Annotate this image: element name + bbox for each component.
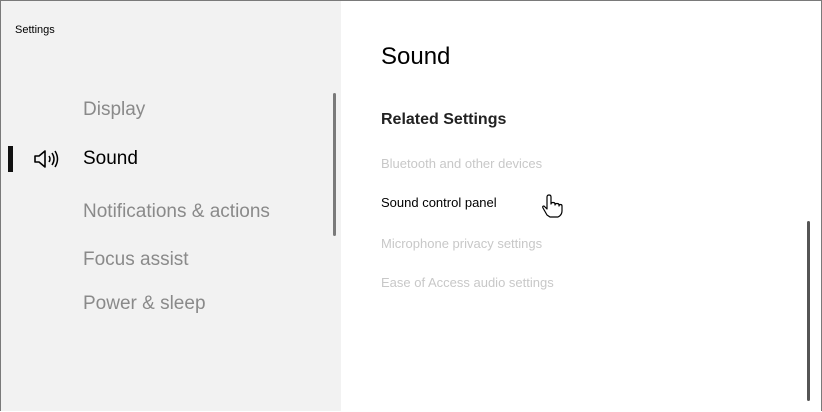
sidebar-item-display[interactable]: Display xyxy=(1,93,331,127)
selection-indicator xyxy=(8,146,13,172)
sidebar-item-notifications[interactable]: Notifications & actions xyxy=(1,195,331,229)
link-sound-control-panel[interactable]: Sound control panel xyxy=(381,195,497,210)
sidebar-item-focus-assist[interactable]: Focus assist xyxy=(1,243,331,277)
sidebar-item-label: Display xyxy=(83,99,146,120)
link-ease-of-access-audio[interactable]: Ease of Access audio settings xyxy=(381,275,554,290)
content-scrollbar[interactable] xyxy=(807,221,810,401)
hand-pointer-icon xyxy=(542,194,563,218)
settings-window: Settings Display Sound Notifications & a… xyxy=(0,0,822,411)
sidebar-scrollbar[interactable] xyxy=(333,93,336,236)
app-title: Settings xyxy=(15,24,55,36)
sidebar-item-power-sleep[interactable]: Power & sleep xyxy=(1,287,331,321)
related-settings-heading: Related Settings xyxy=(381,111,507,128)
speaker-icon xyxy=(34,150,59,168)
sidebar-item-label: Sound xyxy=(83,148,138,169)
main-content: Sound Related Settings Bluetooth and oth… xyxy=(341,1,821,411)
sidebar: Settings Display Sound Notifications & a… xyxy=(1,1,341,411)
sidebar-item-sound[interactable]: Sound xyxy=(1,142,331,176)
link-bluetooth-devices[interactable]: Bluetooth and other devices xyxy=(381,156,542,171)
sidebar-item-label: Notifications & actions xyxy=(83,201,270,222)
link-microphone-privacy[interactable]: Microphone privacy settings xyxy=(381,236,542,251)
page-title: Sound xyxy=(381,43,451,70)
sidebar-item-label: Focus assist xyxy=(83,249,189,270)
sidebar-item-label: Power & sleep xyxy=(83,293,206,314)
